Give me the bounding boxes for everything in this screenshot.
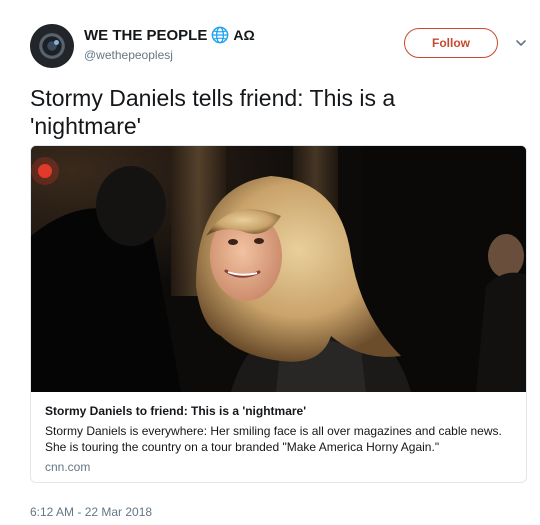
card-image[interactable] xyxy=(31,146,526,392)
author-name-row[interactable]: WE THE PEOPLE ΑΩ xyxy=(84,26,255,44)
card-title[interactable]: Stormy Daniels to friend: This is a 'nig… xyxy=(45,404,515,418)
chevron-down-icon[interactable] xyxy=(514,36,528,50)
avatar[interactable] xyxy=(30,24,74,68)
link-card[interactable]: Stormy Daniels to friend: This is a 'nig… xyxy=(30,145,527,483)
card-photo xyxy=(31,146,526,392)
avatar-highlight xyxy=(54,40,59,45)
card-description: Stormy Daniels is everywhere: Her smilin… xyxy=(45,424,502,454)
tweet-timestamp[interactable]: 6:12 AM - 22 Mar 2018 xyxy=(30,505,152,519)
tweet-header: WE THE PEOPLE ΑΩ @wethepeoplesj Follow xyxy=(30,24,530,70)
tweet-text: Stormy Daniels tells friend: This is a '… xyxy=(30,85,396,139)
card-domain[interactable]: cnn.com xyxy=(45,460,515,474)
card-body[interactable]: Stormy Daniels to friend: This is a 'nig… xyxy=(45,404,515,474)
author-handle[interactable]: @wethepeoplesj xyxy=(84,48,173,62)
globe-icon xyxy=(211,26,229,44)
author-name-symbols: ΑΩ xyxy=(233,27,255,43)
follow-button[interactable]: Follow xyxy=(404,28,498,58)
author-display-name[interactable]: WE THE PEOPLE xyxy=(84,27,207,44)
